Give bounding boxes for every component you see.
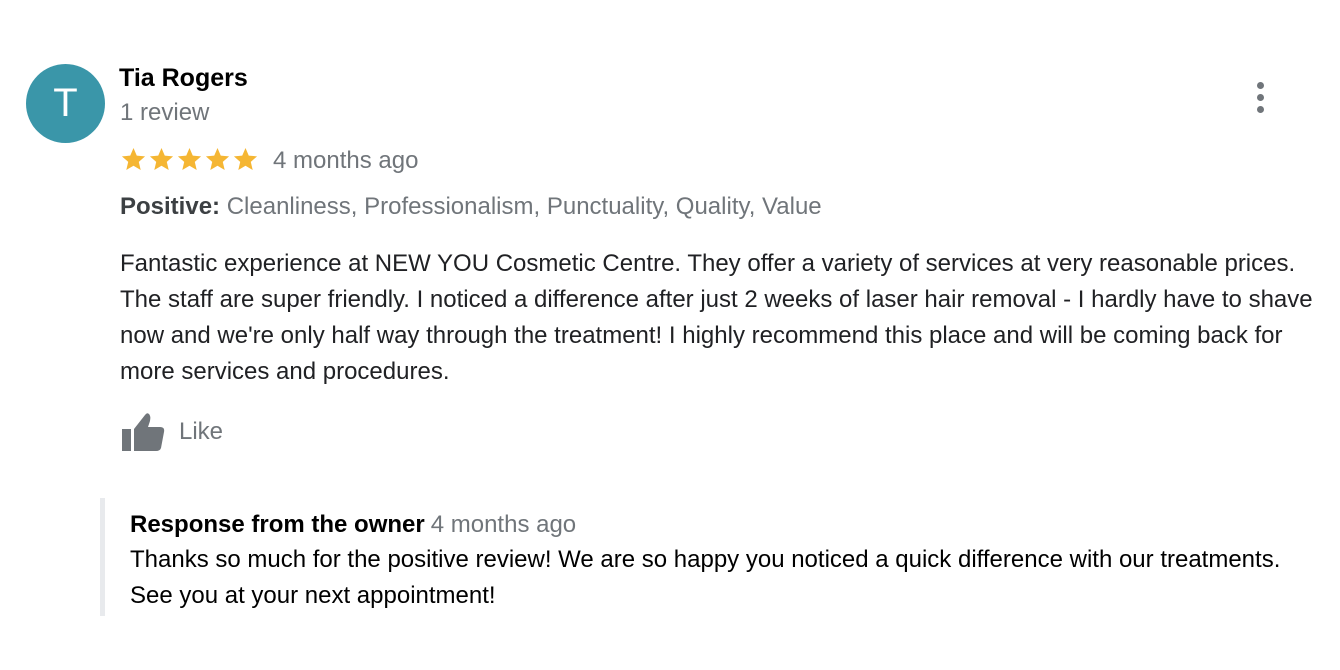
review-time: 4 months ago	[273, 147, 419, 174]
thumbs-up-icon	[122, 413, 165, 451]
owner-response: Response from the owner 4 months ago Than…	[100, 498, 1305, 616]
review-count[interactable]: 1 review	[120, 99, 209, 127]
star-icon	[205, 148, 230, 170]
like-label: Like	[179, 418, 224, 445]
positive-label: Positive:	[120, 193, 221, 220]
star-rating	[120, 146, 259, 174]
positive-items: Cleanliness, Professionalism, Punctualit…	[226, 193, 822, 220]
owner-response-time: 4 months ago	[430, 511, 577, 538]
more-options-button[interactable]	[1244, 78, 1276, 116]
star-icon	[121, 148, 146, 170]
star-icon	[233, 148, 258, 170]
avatar[interactable]: T	[26, 64, 105, 143]
star-icon	[149, 148, 174, 170]
owner-response-title: Response from the owner	[130, 511, 425, 538]
review-text: Fantastic experience at NEW YOU Cosmetic…	[120, 250, 1313, 385]
star-icon	[177, 148, 202, 170]
positive-attributes: Positive: Cleanliness, Professionalism, …	[120, 193, 822, 221]
author-name[interactable]: Tia Rogers	[119, 64, 248, 93]
like-button[interactable]: Like	[118, 410, 223, 454]
owner-response-header: Response from the owner 4 months ago	[130, 511, 576, 539]
more-vertical-icon	[1257, 82, 1264, 89]
more-vertical-icon-dot	[1257, 106, 1264, 113]
more-vertical-icon-dot	[1257, 94, 1264, 101]
owner-response-text: Thanks so much for the positive review! …	[130, 546, 1281, 609]
